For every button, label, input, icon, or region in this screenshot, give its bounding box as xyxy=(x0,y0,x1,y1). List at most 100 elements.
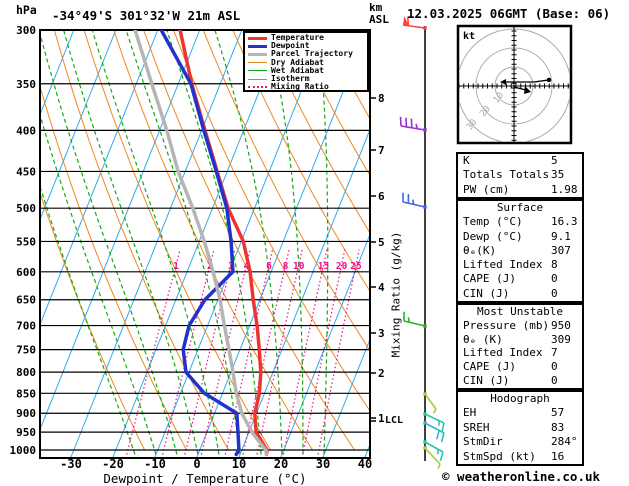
dry-adiabat-line xyxy=(172,30,370,412)
panel-row-value: 7 xyxy=(551,346,558,360)
pressure-tick-label: 600 xyxy=(16,266,36,279)
panel-title: Hodograph xyxy=(490,392,550,405)
pressure-tick-label: 750 xyxy=(16,344,36,357)
wet-adiabat-line xyxy=(214,30,283,455)
dry-adiabat-line xyxy=(202,30,370,352)
temp-tick-label: -20 xyxy=(102,457,124,471)
panel-row-value: 284° xyxy=(551,435,578,449)
wet-adiabat-line xyxy=(317,30,329,455)
panel-row-value: 35 xyxy=(551,168,565,182)
wind-barb-feather xyxy=(432,408,437,414)
legend-line-sample xyxy=(248,70,267,72)
pressure-tick-label: 550 xyxy=(16,235,36,248)
panel-row-value: 16 xyxy=(551,449,565,463)
panel-row-value: 0 xyxy=(551,360,558,374)
mixing-ratio-label: 20 xyxy=(336,261,348,272)
copyright: © weatheronline.co.uk xyxy=(442,469,601,484)
wind-barb-shaft xyxy=(402,24,426,29)
index-panel: K 5 Totals Totals 35 PW (cm) 1.98 xyxy=(456,152,584,199)
dry-adiabat-line xyxy=(113,30,314,451)
legend-line-sample xyxy=(248,78,267,80)
index-panel-most-unstable: Most Unstable Pressure (mb) 950 θₑ (K) 309 Li… xyxy=(456,303,584,390)
km-tick-label: 6 xyxy=(378,190,385,203)
panel-row-label: Lifted Index xyxy=(463,346,543,360)
panel-row: θₑ (K) 309 xyxy=(458,333,582,347)
wind-barb-shaft xyxy=(403,320,426,327)
lcl-label: LCL xyxy=(385,415,404,426)
km-tick-label: 4 xyxy=(378,281,385,294)
temp-tick-label: -30 xyxy=(60,457,82,471)
panel-row: CIN (J) 0 xyxy=(458,374,582,388)
panel-row-value: 0 xyxy=(551,286,558,300)
panel-row-label: θₑ(K) xyxy=(463,243,497,257)
wind-barb xyxy=(403,311,427,328)
panel-row-value: 9.1 xyxy=(551,229,571,243)
mixing-ratio-label: 25 xyxy=(350,261,362,272)
panel-row-value: 0 xyxy=(551,272,558,286)
hodograph-trace-start-dot xyxy=(546,77,552,83)
temp-axis-labels: -30 -20 -10 0 10 20 30 40 xyxy=(60,457,372,471)
wind-barb-shaft xyxy=(424,413,445,424)
panel-row-label: CIN (J) xyxy=(463,374,510,388)
index-panel-hodograph: Hodograph EH 57 SREH 83 StmDir 284° StmSpd (kt)… xyxy=(456,390,584,466)
panel-row-label: StmSpd (kt) xyxy=(463,449,536,463)
panel-row: K5 xyxy=(458,154,582,168)
pressure-tick-label: 800 xyxy=(16,366,36,379)
panel-row-label: Pressure (mb) xyxy=(463,318,550,332)
panel-row: CIN (J) 0 xyxy=(458,287,582,301)
altitude-axis-unit: km ASL xyxy=(369,1,389,26)
km-tick-label: 8 xyxy=(378,92,385,105)
pressure-tick-label: 950 xyxy=(16,426,36,439)
mixing-ratio-labels: 1 2 3 4 6 8 10 15 20 25 xyxy=(173,261,362,272)
dewpoint-curve xyxy=(159,30,241,457)
panel-row-label: K xyxy=(463,154,470,167)
panel-row-value: 8 xyxy=(551,258,558,272)
wind-barb-feather xyxy=(411,199,415,205)
panel-row-label: CAPE (J) xyxy=(463,360,516,374)
wind-barb xyxy=(399,116,427,132)
panel-row-value: 950 xyxy=(551,318,571,332)
pressure-tick-label: 700 xyxy=(16,320,36,333)
panel-row-value: 83 xyxy=(551,420,565,434)
km-tick-label: 1 xyxy=(378,412,385,425)
wind-barb-feather xyxy=(407,317,411,323)
panel-row: Pressure (mb) 950 xyxy=(458,319,582,333)
pressure-axis-unit: hPa xyxy=(16,3,37,17)
index-panel-surface: Surface Temp (°C) 16.3 Dewp (°C) 9.1 θₑ(K) 307… xyxy=(456,199,584,303)
page-title: -34°49'S 301°32'W 21m ASL xyxy=(52,8,241,23)
panel-row: PW (cm) 1.98 xyxy=(458,183,582,197)
wet-adiabat-line xyxy=(40,112,157,455)
pressure-tick-label: 650 xyxy=(16,294,36,307)
panel-row: EH 57 xyxy=(458,406,582,420)
pressure-tick-label: 300 xyxy=(16,24,36,37)
panel-row-label: SREH xyxy=(463,420,490,434)
mixing-ratio-line xyxy=(126,249,181,455)
pressure-tick-label: 350 xyxy=(16,78,36,91)
panel-row: CAPE (J) 0 xyxy=(458,272,582,286)
pressure-tick-label: 450 xyxy=(16,165,36,178)
panel-row: Totals Totals 35 xyxy=(458,168,582,182)
panel-row: θₑ(K) 307 xyxy=(458,244,582,258)
pressure-tick-label: 400 xyxy=(16,124,36,137)
panel-row-label: StmDir xyxy=(463,435,503,449)
mixing-ratio-label: 10 xyxy=(293,261,305,272)
pressure-tick-label: 500 xyxy=(16,202,36,215)
panel-row-value: 57 xyxy=(551,406,565,420)
panel-row-label: Lifted Index xyxy=(463,258,543,272)
temp-tick-label: -10 xyxy=(144,457,166,471)
dry-adiabat-line xyxy=(143,30,356,451)
panel-row-value: 309 xyxy=(551,332,571,346)
temp-tick-label: 20 xyxy=(274,457,288,471)
dry-adiabat-line xyxy=(232,30,370,293)
panel-row: Lifted Index 8 xyxy=(458,258,582,272)
mixing-ratio-label: 6 xyxy=(266,261,272,272)
panel-row: SREH 83 xyxy=(458,421,582,435)
temp-tick-label: 30 xyxy=(316,457,330,471)
panel-row-value: 1.98 xyxy=(551,182,578,196)
legend-line-sample xyxy=(248,86,267,89)
hodograph: 102030kt xyxy=(456,24,573,145)
wet-adiabat-line xyxy=(267,30,304,455)
wind-barb-shaft xyxy=(400,125,426,131)
mixing-ratio-label: 8 xyxy=(283,261,289,272)
wind-barb xyxy=(423,421,445,443)
